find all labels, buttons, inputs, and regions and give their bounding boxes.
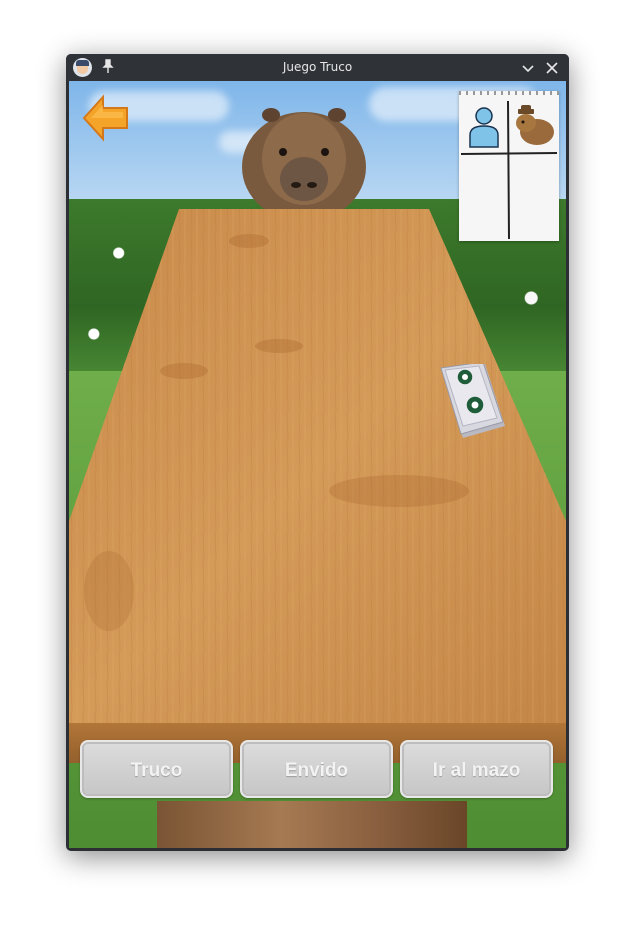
game-scene: Truco Envido Ir al mazo [69,81,566,848]
card-deck-icon[interactable] [439,364,505,438]
back-arrow-icon[interactable] [81,93,131,143]
title-bar: Juego Truco [66,54,569,81]
action-buttons: Truco Envido Ir al mazo [80,740,555,800]
ir-al-mazo-button[interactable]: Ir al mazo [400,740,553,798]
envido-button[interactable]: Envido [240,740,393,798]
window-title: Juego Truco [282,60,353,74]
scoreboard [459,91,559,241]
chevron-down-icon[interactable] [518,58,538,78]
table-leg [157,801,467,848]
truco-button[interactable]: Truco [80,740,233,798]
app-window: Juego Truco Truco Envido Ir al mazo [66,54,569,851]
capybara-icon [516,105,554,145]
player-icon [469,107,499,148]
close-icon[interactable] [542,58,562,78]
